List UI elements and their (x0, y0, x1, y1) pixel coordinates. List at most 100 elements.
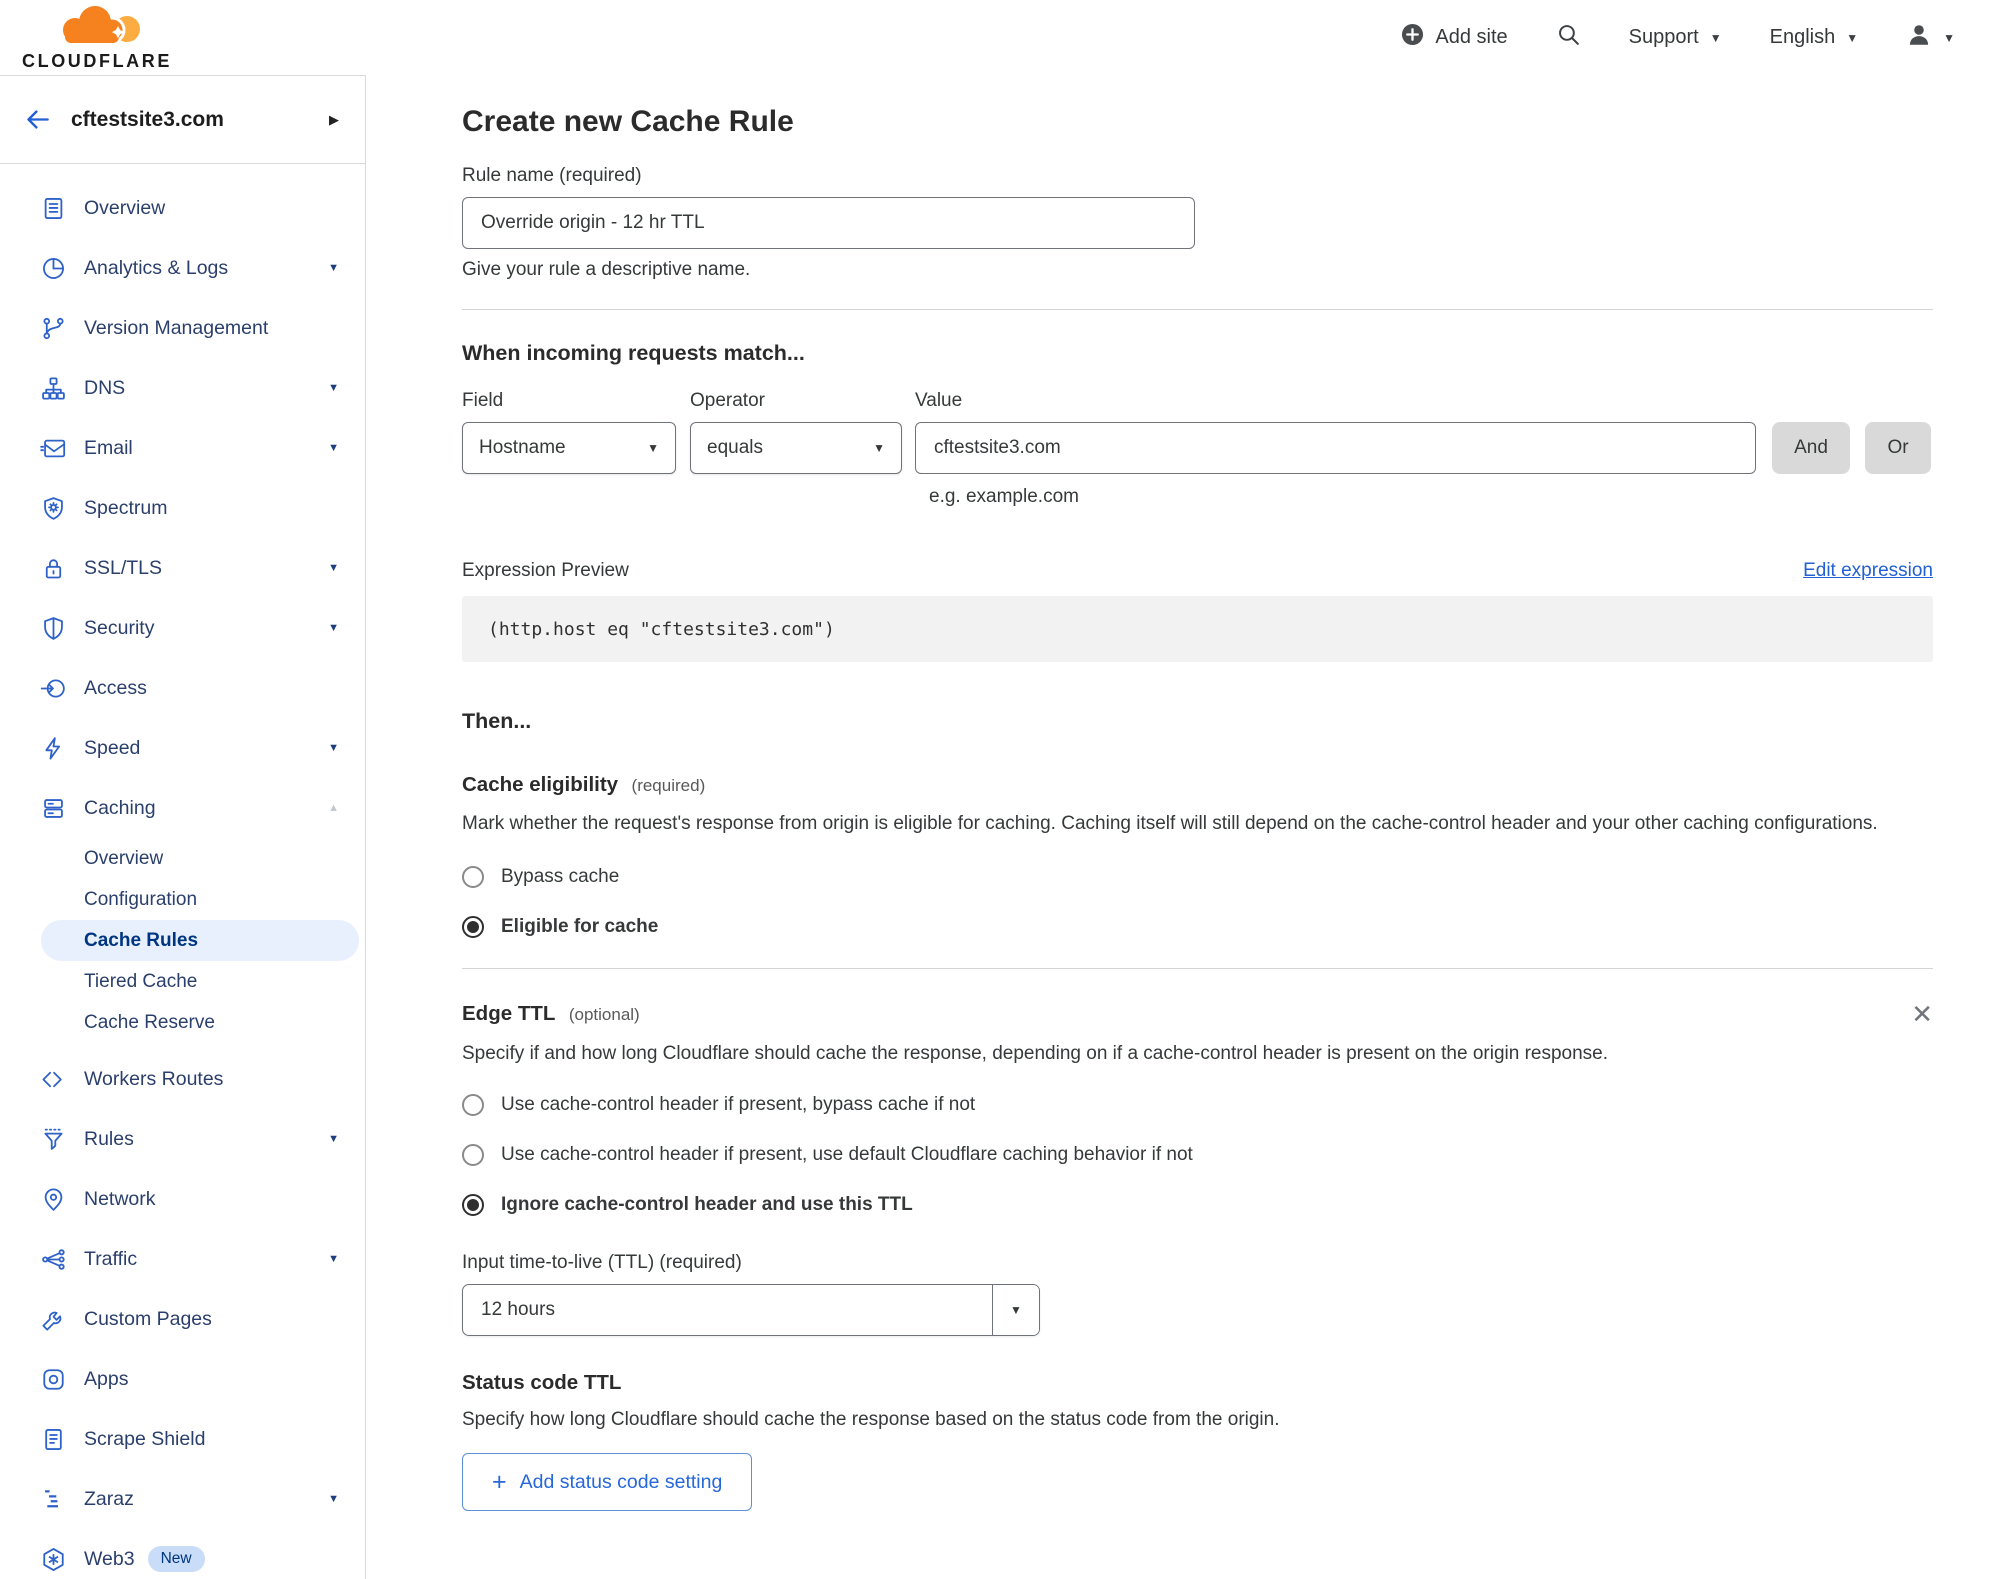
radio-ignore-cache-control[interactable]: Ignore cache-control header and use this… (462, 1194, 1933, 1216)
lightning-icon (40, 735, 67, 762)
sidebar-item-apps[interactable]: Apps (0, 1349, 365, 1409)
sidebar-item-traffic[interactable]: Traffic ▼ (0, 1229, 365, 1289)
cloudflare-wordmark: CLOUDFLARE (22, 51, 172, 71)
sidebar-item-analytics-logs[interactable]: Analytics & Logs ▼ (0, 238, 365, 298)
cache-eligibility-header: Cache eligibility (required) (462, 772, 1933, 797)
sidebar-subitem-tiered-cache[interactable]: Tiered Cache (0, 961, 365, 1002)
chevron-down-icon: ▼ (328, 1253, 339, 1265)
expression-code-block: (http.host eq "cftestsite3.com") (462, 596, 1933, 662)
sidebar-item-spectrum[interactable]: Spectrum (0, 478, 365, 538)
search-button[interactable] (1556, 22, 1581, 53)
sidebar-item-overview[interactable]: Overview (0, 178, 365, 238)
radio-eligible-for-cache[interactable]: Eligible for cache (462, 916, 1933, 938)
sidebar-item-access[interactable]: Access (0, 658, 365, 718)
sidebar-item-scrape-shield[interactable]: Scrape Shield (0, 1409, 365, 1469)
edit-expression-link[interactable]: Edit expression (1803, 560, 1933, 582)
sidebar-item-ssl-tls[interactable]: SSL/TLS ▼ (0, 538, 365, 598)
cloudflare-logo[interactable]: CLOUDFLARE (18, 3, 176, 72)
radio-use-cache-control-bypass[interactable]: Use cache-control header if present, byp… (462, 1094, 1933, 1116)
edge-ttl-title: Edge TTL (462, 1002, 556, 1025)
back-arrow-icon[interactable] (24, 106, 51, 133)
sidebar-item-dns[interactable]: DNS ▼ (0, 358, 365, 418)
chevron-down-icon: ▼ (328, 262, 339, 274)
sidebar-item-caching[interactable]: Caching ▲ (0, 778, 365, 838)
stacked-bars-icon (40, 1486, 67, 1513)
radio-use-cache-control-default[interactable]: Use cache-control header if present, use… (462, 1144, 1933, 1166)
search-icon (1556, 22, 1581, 53)
chevron-down-icon[interactable]: ▼ (992, 1285, 1039, 1335)
code-brackets-icon (40, 1066, 67, 1093)
field-label: Field (462, 390, 504, 411)
main-content: Create new Cache Rule Rule name (require… (366, 75, 1999, 1579)
sidebar-item-network[interactable]: Network (0, 1169, 365, 1229)
sidebar-item-zaraz[interactable]: Zaraz ▼ (0, 1469, 365, 1529)
sidebar-item-security[interactable]: Security ▼ (0, 598, 365, 658)
radio-circle-icon (462, 1094, 484, 1116)
value-label: Value (915, 390, 963, 411)
hexagon-node-icon (40, 1546, 67, 1573)
expression-preview-label: Expression Preview (462, 560, 629, 581)
status-code-ttl-description: Specify how long Cloudflare should cache… (462, 1409, 1280, 1430)
caching-subnav: Overview Configuration Cache Rules Tiere… (0, 838, 365, 1043)
sidebar-item-workers-routes[interactable]: Workers Routes (0, 1049, 365, 1109)
chevron-down-icon: ▼ (647, 441, 659, 455)
cloudflare-cloud-icon (39, 3, 155, 50)
sidebar-item-web3[interactable]: Web3 New (0, 1529, 365, 1579)
language-menu[interactable]: English ▼ (1770, 26, 1859, 49)
chevron-down-icon: ▼ (328, 622, 339, 634)
ttl-input-label: Input time-to-live (TTL) (required) (462, 1252, 742, 1273)
radio-bypass-cache[interactable]: Bypass cache (462, 866, 1933, 888)
edge-ttl-options: Use cache-control header if present, byp… (462, 1094, 1933, 1216)
chevron-down-icon: ▼ (1709, 30, 1722, 45)
and-button[interactable]: And (1772, 422, 1850, 474)
value-help: e.g. example.com (929, 486, 1079, 507)
shield-gear-icon (40, 495, 67, 522)
chevron-down-icon: ▼ (328, 742, 339, 754)
top-navigation: Add site Support ▼ English ▼ ▼ (1401, 22, 1955, 54)
support-menu[interactable]: Support ▼ (1629, 26, 1722, 49)
add-status-code-label: Add status code setting (519, 1470, 723, 1493)
sidebar-subitem-cache-reserve[interactable]: Cache Reserve (0, 1002, 365, 1043)
add-site-button[interactable]: Add site (1401, 23, 1508, 52)
rule-name-help: Give your rule a descriptive name. (462, 259, 751, 280)
sidebar-item-email[interactable]: Email ▼ (0, 418, 365, 478)
field-select-value: Hostname (479, 437, 566, 458)
divider (462, 968, 1933, 969)
field-select[interactable]: Hostname ▼ (462, 422, 676, 474)
radio-circle-checked-icon (462, 1194, 484, 1216)
chevron-right-icon[interactable]: ▶ (329, 112, 339, 128)
or-button[interactable]: Or (1865, 422, 1931, 474)
envelope-icon (40, 435, 67, 462)
site-switcher-row: cftestsite3.com ▶ (0, 76, 365, 164)
git-branch-icon (40, 315, 67, 342)
sidebar-item-speed[interactable]: Speed ▼ (0, 718, 365, 778)
close-icon[interactable]: ✕ (1911, 1001, 1933, 1027)
ttl-select-value: 12 hours (481, 1299, 555, 1320)
ttl-select[interactable]: 12 hours ▼ (462, 1284, 1040, 1336)
rule-name-input[interactable] (462, 197, 1195, 249)
wrench-icon (40, 1306, 67, 1333)
sidebar-item-custom-pages[interactable]: Custom Pages (0, 1289, 365, 1349)
sidebar-subitem-cache-rules[interactable]: Cache Rules (0, 920, 365, 961)
cache-eligibility-title: Cache eligibility (462, 773, 619, 796)
sitemap-icon (40, 375, 67, 402)
chevron-down-icon: ▼ (873, 441, 885, 455)
plus-icon: + (492, 1467, 507, 1496)
sidebar-subitem-overview[interactable]: Overview (0, 838, 365, 879)
add-site-label: Add site (1435, 26, 1508, 48)
edge-ttl-description: Specify if and how long Cloudflare shoul… (462, 1043, 1609, 1064)
cache-eligibility-required: (required) (631, 776, 706, 795)
account-menu[interactable]: ▼ (1906, 22, 1955, 54)
value-input[interactable] (915, 422, 1756, 474)
share-nodes-icon (40, 1246, 67, 1273)
operator-select[interactable]: equals ▼ (690, 422, 902, 474)
sidebar-subitem-configuration[interactable]: Configuration (0, 879, 365, 920)
app-square-icon (40, 1366, 67, 1393)
match-row: Field Hostname ▼ Operator equals ▼ Value… (462, 390, 1933, 508)
add-status-code-button[interactable]: + Add status code setting (462, 1453, 753, 1511)
sidebar: cftestsite3.com ▶ Overview Analytics & L… (0, 75, 366, 1579)
selected-pill: Cache Rules (41, 920, 359, 961)
radio-circle-icon (462, 1144, 484, 1166)
sidebar-item-rules[interactable]: Rules ▼ (0, 1109, 365, 1169)
sidebar-item-version-management[interactable]: Version Management (0, 298, 365, 358)
